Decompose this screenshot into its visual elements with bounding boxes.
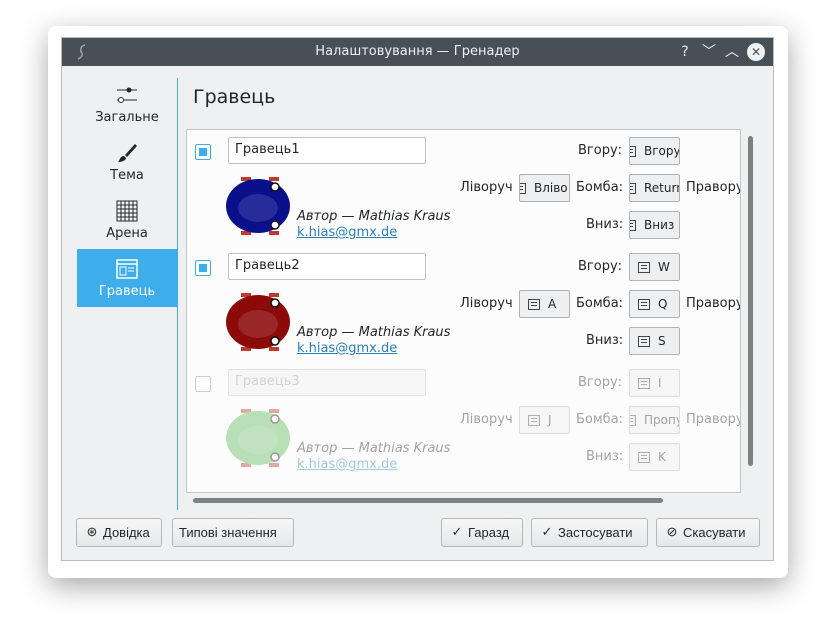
sidebar-item-theme[interactable]: Тема xyxy=(77,133,177,191)
keyboard-icon xyxy=(528,299,540,310)
right-label: Праворуч xyxy=(686,180,740,195)
bomb-label: Бомба: xyxy=(576,296,624,311)
title-bar[interactable]: Налаштовування — Гренадер ? ﹀ ︿ ✕ xyxy=(62,38,773,66)
bomb-key-button[interactable]: Q xyxy=(629,290,680,318)
page-title: Гравець xyxy=(193,86,276,108)
player-icon xyxy=(116,259,138,279)
help-button[interactable]: ⊛ Довідка xyxy=(76,518,162,547)
author-email-link[interactable]: k.hias@gmx.de xyxy=(297,457,397,472)
bomb-key-button[interactable]: Пропуск xyxy=(629,406,680,434)
up-key-button[interactable]: W xyxy=(629,253,680,281)
settings-dialog: Налаштовування — Гренадер ? ﹀ ︿ ✕ Загаль… xyxy=(61,37,774,561)
keyboard-icon xyxy=(638,378,650,389)
lifebuoy-icon: ⊛ xyxy=(86,524,98,539)
player-name-input[interactable]: Гравець3 xyxy=(228,369,426,396)
player-sprite-icon xyxy=(226,293,290,351)
author-label: Автор — Mathias Kraus xyxy=(297,441,451,456)
player-row: Гравець2 Автор — Mathias Kraus k.hias@gmx.… xyxy=(187,246,740,362)
sidebar-item-label: Гравець xyxy=(98,284,156,299)
left-label: Ліворуч xyxy=(460,412,513,427)
player-enabled-checkbox[interactable] xyxy=(195,144,211,160)
cancel-icon: ⊘ xyxy=(666,524,678,539)
up-label: Вгору: xyxy=(578,143,623,158)
author-email-link[interactable]: k.hias@gmx.de xyxy=(297,341,397,356)
brush-icon xyxy=(118,144,137,162)
down-key-button[interactable]: Вниз xyxy=(629,211,680,239)
sliders-icon xyxy=(117,87,137,103)
help-icon[interactable]: ? xyxy=(676,43,694,61)
keyboard-icon xyxy=(630,146,636,157)
player-row: Гравець3 Автор — Mathias Kraus k.hias@gmx.… xyxy=(187,362,740,478)
up-label: Вгору: xyxy=(578,375,623,390)
left-key-button[interactable]: Вліво xyxy=(519,174,570,202)
down-label: Вниз: xyxy=(586,449,624,464)
up-key-button[interactable]: I xyxy=(629,369,680,397)
keyboard-icon xyxy=(528,415,540,426)
sidebar-item-label: Тема xyxy=(110,168,144,183)
defaults-button[interactable]: Типові значення xyxy=(172,518,294,547)
checkmark-icon: ✓ xyxy=(451,524,463,539)
sidebar-item-arena[interactable]: Арена xyxy=(77,191,177,249)
ok-button[interactable]: ✓ Гаразд xyxy=(441,518,523,547)
left-key-button[interactable]: J xyxy=(519,406,570,434)
apply-button[interactable]: ✓ Застосувати xyxy=(531,518,648,547)
sidebar-item-general[interactable]: Загальне xyxy=(77,75,177,133)
player-row: Гравець1 Автор — Mathias Kraus k.hias@gmx.… xyxy=(187,130,740,246)
checkmark-icon: ✓ xyxy=(541,524,553,539)
down-label: Вниз: xyxy=(586,333,624,348)
left-label: Ліворуч xyxy=(460,180,513,195)
down-key-button[interactable]: K xyxy=(629,443,680,471)
right-label: Праворуч xyxy=(686,296,740,311)
right-label: Праворуч xyxy=(686,412,740,427)
up-label: Вгору: xyxy=(578,259,623,274)
players-list[interactable]: Гравець1 Автор — Mathias Kraus k.hias@gmx.… xyxy=(186,129,741,493)
bomb-label: Бомба: xyxy=(576,180,624,195)
keyboard-icon xyxy=(638,262,650,273)
bomb-label: Бомба: xyxy=(576,412,624,427)
window-title: Налаштовування — Гренадер xyxy=(315,44,520,59)
player-enabled-checkbox[interactable] xyxy=(195,376,211,392)
close-icon[interactable]: ✕ xyxy=(747,43,765,61)
cancel-button[interactable]: ⊘ Скасувати xyxy=(656,518,760,547)
left-label: Ліворуч xyxy=(460,296,513,311)
grid-icon xyxy=(116,200,138,222)
sidebar-item-player[interactable]: Гравець xyxy=(77,249,177,307)
player-enabled-checkbox[interactable] xyxy=(195,260,211,276)
down-label: Вниз: xyxy=(586,217,624,232)
maximize-icon[interactable]: ︿ xyxy=(723,43,741,61)
sidebar-divider xyxy=(177,78,178,510)
vertical-scrollbar[interactable] xyxy=(748,136,753,466)
keyboard-icon xyxy=(638,299,650,310)
player-sprite-icon xyxy=(226,409,290,467)
left-key-button[interactable]: A xyxy=(519,290,570,318)
minimize-icon[interactable]: ﹀ xyxy=(700,43,718,61)
bomb-key-button[interactable]: Return xyxy=(629,174,680,202)
up-key-button[interactable]: Вгору xyxy=(629,137,680,165)
keyboard-icon xyxy=(638,452,650,463)
keyboard-icon xyxy=(630,415,636,426)
sidebar: Загальне Тема Арена Гравець xyxy=(77,75,178,510)
player-name-input[interactable]: Гравець1 xyxy=(228,137,426,164)
horizontal-scrollbar[interactable] xyxy=(193,498,663,503)
player-sprite-icon xyxy=(226,177,290,235)
author-label: Автор — Mathias Kraus xyxy=(297,325,451,340)
author-email-link[interactable]: k.hias@gmx.de xyxy=(297,225,397,240)
player-name-input[interactable]: Гравець2 xyxy=(228,253,426,280)
keyboard-icon xyxy=(630,183,636,194)
keyboard-icon xyxy=(520,183,526,194)
sidebar-item-label: Арена xyxy=(106,226,148,241)
down-key-button[interactable]: S xyxy=(629,327,680,355)
author-label: Автор — Mathias Kraus xyxy=(297,209,451,224)
sidebar-item-label: Загальне xyxy=(95,110,159,125)
keyboard-icon xyxy=(630,220,636,231)
keyboard-icon xyxy=(638,336,650,347)
